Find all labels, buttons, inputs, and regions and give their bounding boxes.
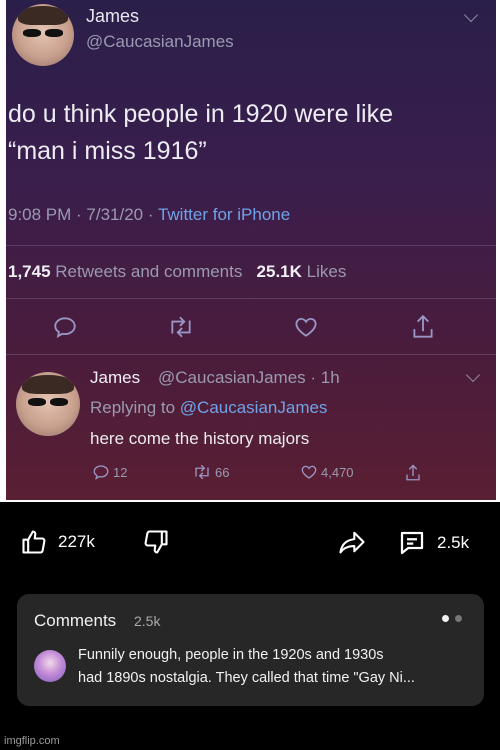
tweet-text: do u think people in 1920 were like “man… [8,96,393,170]
reply-author-name[interactable]: James [90,368,140,388]
avatar[interactable] [12,4,74,66]
tweet-text-line: “man i miss 1916” [8,137,207,165]
like-icon [301,465,317,479]
thumbs-up-icon [22,530,46,554]
top-comment-line: had 1890s nostalgia. They called that ti… [78,670,415,686]
retweets-label[interactable]: Retweets and comments [55,262,242,281]
retweet-count: 66 [215,464,230,480]
divider [6,298,496,299]
chevron-down-icon[interactable] [463,7,479,23]
replying-to: Replying to @CaucasianJames [90,398,327,418]
dislike-button[interactable] [142,528,170,556]
tweet-author-name[interactable]: James [86,6,139,27]
like-count: 4,470 [321,464,354,480]
avatar[interactable] [34,650,66,682]
reply-share-button[interactable] [404,463,422,483]
comments-count: 2.5k [134,613,161,629]
reply-reply-button[interactable]: 12 [92,463,127,481]
avatar[interactable] [16,372,80,436]
likes-count[interactable]: 25.1K [257,262,302,281]
reply-icon[interactable] [52,314,78,340]
reply-count: 12 [113,464,128,480]
retweets-count[interactable]: 1,745 [8,262,51,281]
tweet-timestamp: 9:08 PM · 7/31/20 · [8,205,158,224]
tweet-text-line: do u think people in 1920 were like [8,100,393,128]
reply-icon [93,465,109,480]
thumbs-down-icon [144,530,168,554]
top-comment-text: Funnily enough, people in the 1920s and … [78,644,473,690]
share-icon[interactable] [410,313,436,341]
share-button[interactable] [337,528,367,556]
reply-like-button[interactable]: 4,470 [300,463,354,481]
comments-count: 2.5k [437,533,470,552]
screenshot-frame: James @CaucasianJames do u think people … [0,0,500,502]
likes-label[interactable]: Likes [307,262,347,281]
replying-to-prefix: Replying to [90,398,180,417]
tweet-source-link[interactable]: Twitter for iPhone [158,205,290,224]
watermark: imgflip.com [4,735,60,747]
tweet-author-handle[interactable]: @CaucasianJames [86,32,234,52]
comment-icon [400,531,424,555]
comments-panel[interactable]: Comments 2.5k Funnily enough, people in … [17,594,484,706]
share-icon [406,464,420,481]
reply-text: here come the history majors [90,429,310,448]
tweet-meta: 9:08 PM · 7/31/20 · Twitter for iPhone [8,205,290,225]
divider [6,245,496,246]
reply-author-handle[interactable]: @CaucasianJames · 1h [158,368,340,388]
divider [6,354,496,355]
reply-retweet-button[interactable]: 66 [192,463,229,481]
like-button[interactable]: 227k [20,528,95,556]
retweet-icon[interactable] [166,314,196,340]
carousel-dots [442,615,462,622]
comments-button[interactable]: 2.5k [397,528,469,558]
top-comment-line: Funnily enough, people in the 1920s and … [78,647,384,663]
tweet-stats: 1,745 Retweets and comments 25.1K Likes [8,262,346,282]
chevron-down-icon[interactable] [465,367,481,383]
replying-to-handle[interactable]: @CaucasianJames [180,398,328,417]
comments-title: Comments [34,611,117,630]
tweet-screenshot: James @CaucasianJames do u think people … [6,0,496,500]
like-count: 227k [58,532,95,551]
retweet-icon [195,464,209,480]
like-icon[interactable] [293,314,319,340]
share-icon [339,531,365,554]
